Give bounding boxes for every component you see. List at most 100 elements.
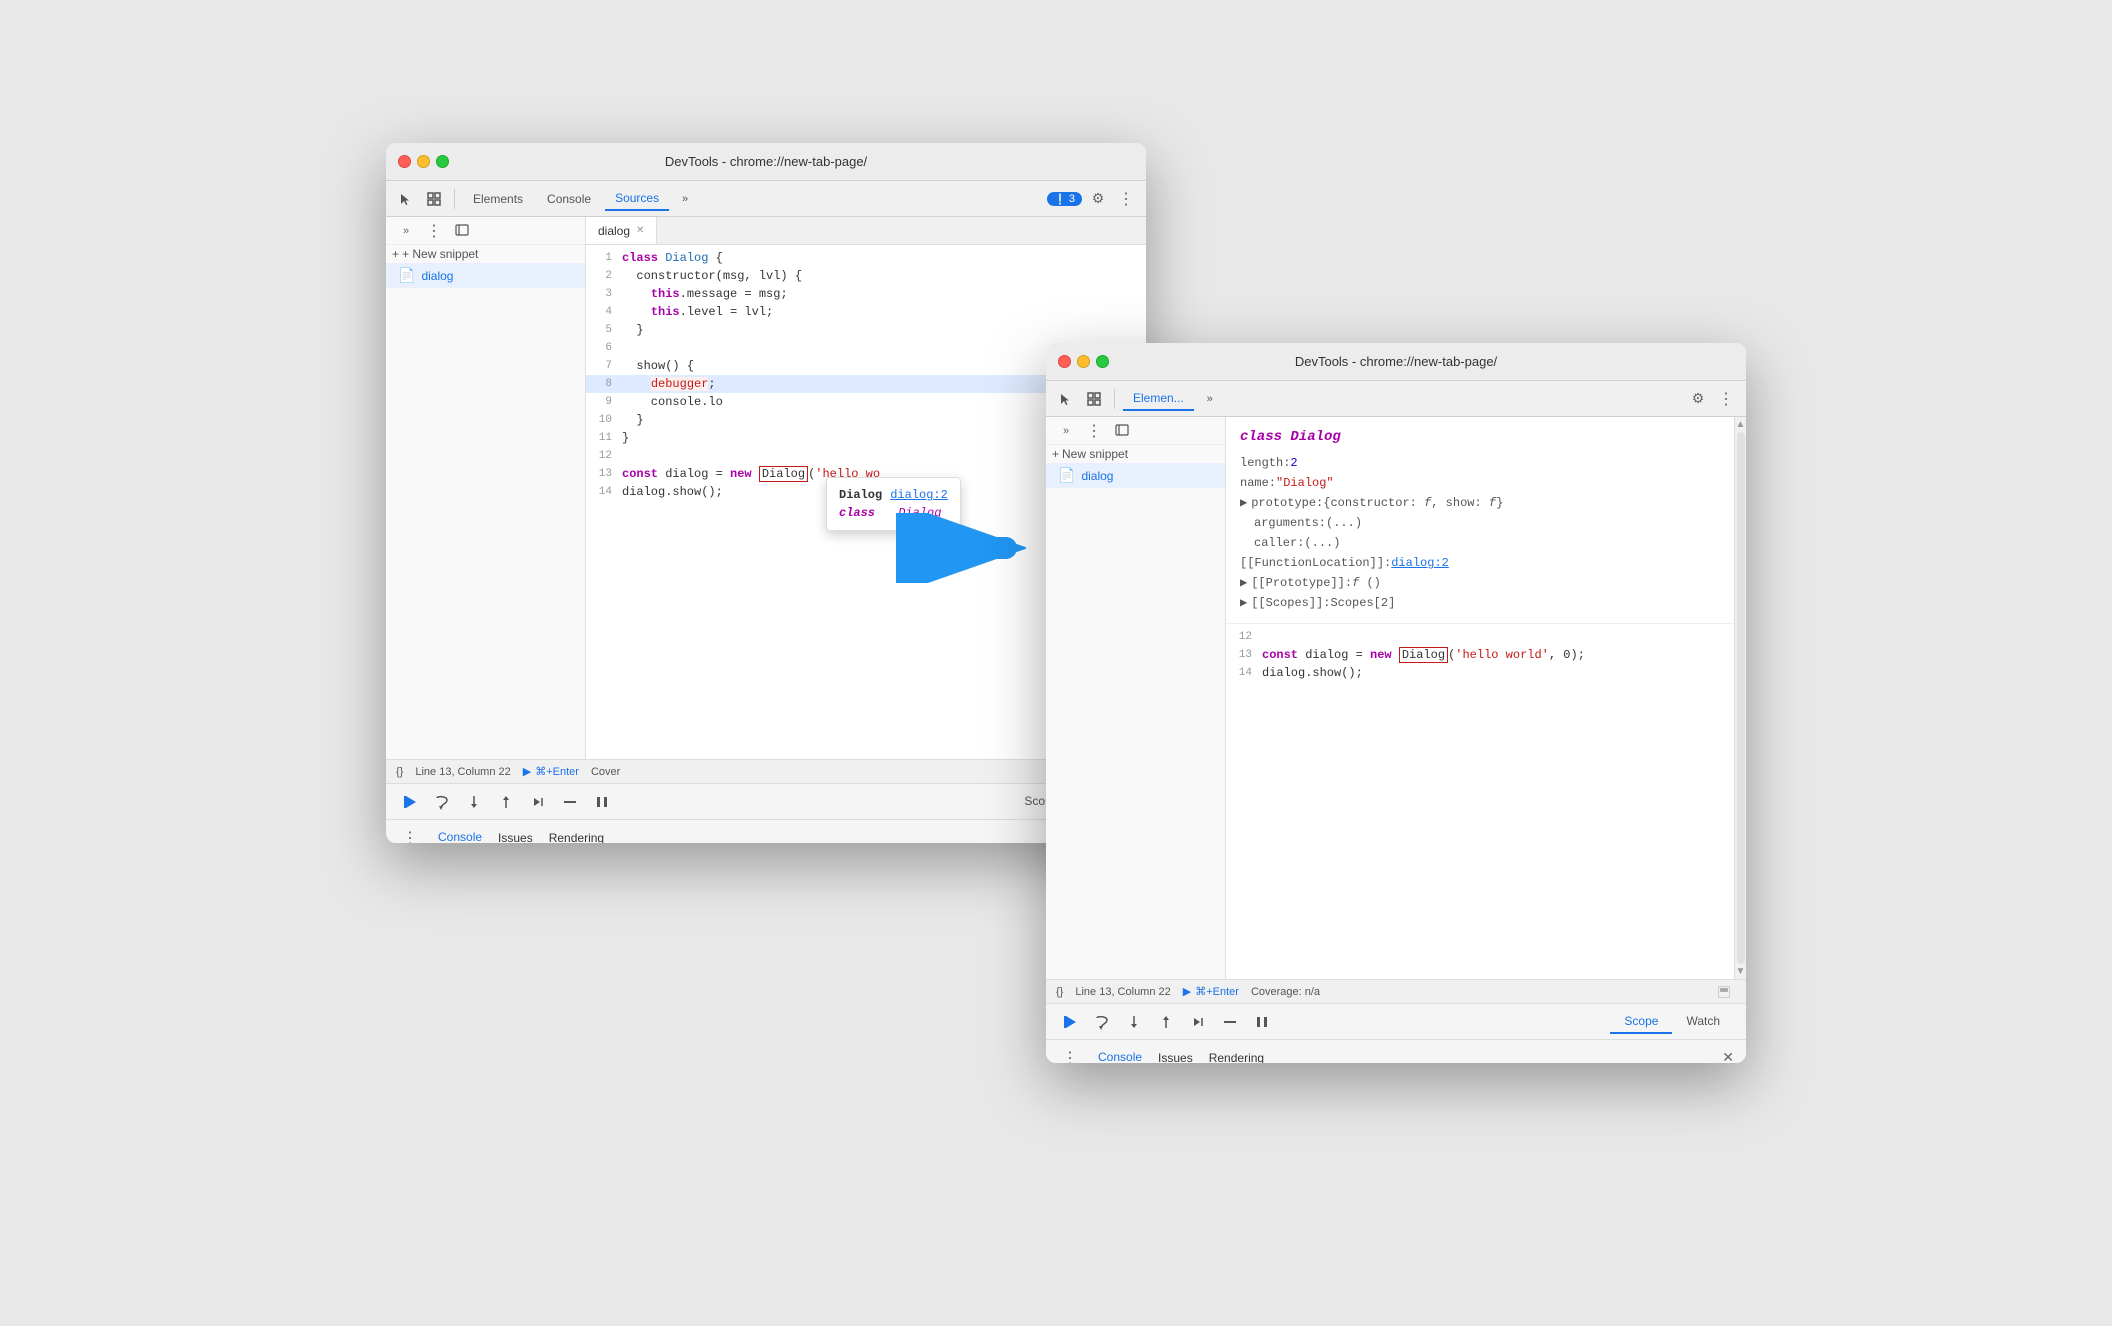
layers-icon-2[interactable] [1082,387,1106,411]
file-icon-2: 📄 [1058,467,1075,484]
layers-icon[interactable] [422,187,446,211]
bottom-more-icon[interactable]: ⋮ [398,826,422,844]
settings-icon[interactable]: ⚙ [1086,187,1110,211]
deactivate-button-2[interactable] [1218,1010,1242,1034]
deactivate-button[interactable] [558,790,582,814]
minimize-button-1[interactable] [417,155,430,168]
resume-button-2[interactable] [1058,1010,1082,1034]
settings-icon-2[interactable]: ⚙ [1686,387,1710,411]
close-button-1[interactable] [398,155,411,168]
sidebar-item-dialog-2[interactable]: 📄 dialog [1046,463,1225,488]
new-snippet-button-2[interactable]: + New snippet [1046,445,1225,463]
debug-tab-scope-2[interactable]: Scope [1610,1010,1672,1034]
bottom-tab-rendering-2[interactable]: Rendering [1209,1047,1264,1064]
bottom-tab-issues-2[interactable]: Issues [1158,1047,1193,1064]
sidebar-2: » ⋮ + New snippet 📄 dialog [1046,417,1226,979]
code-line-w2-12: 12 [1226,628,1734,646]
sidebar-expand-icon[interactable]: » [394,219,418,243]
tab-sources[interactable]: Sources [605,187,669,211]
editor-tab-bar-1: dialog ✕ [586,217,1146,245]
scroll-up[interactable]: ▲ [1736,419,1746,430]
tab-elements-2[interactable]: Elemen... [1123,387,1194,411]
step-button-2[interactable] [1186,1010,1210,1034]
titlebar-1: DevTools - chrome://new-tab-page/ [386,143,1146,181]
inspect-row-proto2: ▶ [[Prototype]]: f () [1240,573,1720,593]
close-bottom-bar[interactable]: ✕ [1722,1049,1734,1063]
inspect-row-caller: caller: (...) [1240,533,1720,553]
inspect-row-arguments: arguments: (...) [1240,513,1720,533]
step-button[interactable] [526,790,550,814]
bottom-more-icon-2[interactable]: ⋮ [1058,1046,1082,1064]
bottom-tab-rendering[interactable]: Rendering [549,827,604,844]
sidebar-more-icon[interactable]: ⋮ [422,219,446,243]
step-over-button-2[interactable] [1090,1010,1114,1034]
more-options-icon[interactable]: ⋮ [1114,187,1138,211]
plus-icon: + [392,247,399,261]
sidebar-expand-icon-2[interactable]: » [1054,419,1078,443]
step-into-button-2[interactable] [1122,1010,1146,1034]
more-tabs-icon-2[interactable]: » [1198,387,1222,411]
sidebar-icon2-2[interactable] [1110,419,1134,443]
maximize-button-2[interactable] [1096,355,1109,368]
traffic-lights-1 [398,155,449,168]
code-line-3: 3 this.message = msg; [586,285,1146,303]
devtools-window-1: DevTools - chrome://new-tab-page/ Elemen… [386,143,1146,843]
bottom-tab-issues[interactable]: Issues [498,827,533,844]
cursor-position-2: Line 13, Column 22 [1075,986,1170,998]
devtools-toolbar-2: Elemen... » ⚙ ⋮ [1046,381,1746,417]
step-into-button[interactable] [462,790,486,814]
devtools-window-2: DevTools - chrome://new-tab-page/ Elemen… [1046,343,1746,1063]
inspect-row-scopes: ▶ [[Scopes]]: Scopes[2] [1240,593,1720,613]
cursor-icon[interactable] [394,187,418,211]
more-options-icon-2[interactable]: ⋮ [1714,387,1738,411]
scroll-down[interactable]: ▼ [1736,966,1746,977]
titlebar-2: DevTools - chrome://new-tab-page/ [1046,343,1746,381]
close-button-2[interactable] [1058,355,1071,368]
new-snippet-button[interactable]: + + New snippet [386,245,585,263]
bottom-tab-console[interactable]: Console [438,826,482,844]
curly-braces[interactable]: {} [396,766,403,778]
window-title-2: DevTools - chrome://new-tab-page/ [1295,354,1497,369]
scroll-track[interactable] [1737,432,1745,964]
sidebar-item-dialog[interactable]: 📄 dialog [386,263,585,288]
sidebar-icon2[interactable] [450,219,474,243]
popup-item-dialog[interactable]: Dialog dialog:2 [839,486,948,504]
coverage-label-2: Coverage: n/a [1251,986,1320,998]
step-out-button-2[interactable] [1154,1010,1178,1034]
scroll-indicator[interactable] [1712,980,1736,1004]
status-bar-2: {} Line 13, Column 22 ▶ ⌘+Enter Coverage… [1046,979,1746,1003]
bottom-tab-console-2[interactable]: Console [1098,1046,1142,1064]
cursor-position: Line 13, Column 22 [415,766,510,778]
sidebar-toolbar-2: » ⋮ [1046,417,1225,445]
main-area-2: » ⋮ + New snippet 📄 dialog [1046,417,1746,979]
more-tabs-icon[interactable]: » [673,187,697,211]
minimize-button-2[interactable] [1077,355,1090,368]
inspect-row-funcloc: [[FunctionLocation]]: dialog:2 [1240,553,1720,573]
notification-badge[interactable]: 3 [1047,192,1082,206]
sidebar-toolbar-1: » ⋮ [386,217,585,245]
toolbar-divider-1 [454,189,455,209]
debug-controls-2: Scope Watch [1046,1003,1746,1039]
step-over-button[interactable] [430,790,454,814]
debug-tab-watch-2[interactable]: Watch [1672,1010,1734,1034]
maximize-button-1[interactable] [436,155,449,168]
debug-tabs-2: Scope Watch [1610,1010,1734,1034]
code-area-2[interactable]: 12 13 const dialog = new Dialog('hello w… [1226,624,1734,979]
pause-button-2[interactable] [1250,1010,1274,1034]
tab-elements[interactable]: Elements [463,188,533,210]
curly-braces-2[interactable]: {} [1056,986,1063,998]
scrollbar-2[interactable]: ▲ ▼ [1734,417,1746,979]
cursor-icon-2[interactable] [1054,387,1078,411]
run-button-2[interactable]: ▶ ⌘+Enter [1183,985,1239,998]
sidebar-more-icon-2[interactable]: ⋮ [1082,419,1106,443]
editor-tab-dialog[interactable]: dialog ✕ [586,217,657,244]
editor-tab-close[interactable]: ✕ [636,225,644,236]
tab-console[interactable]: Console [537,188,601,210]
step-out-button[interactable] [494,790,518,814]
run-button[interactable]: ▶ ⌘+Enter [523,765,579,778]
pause-button[interactable] [590,790,614,814]
inspect-panel: class Dialog length: 2 name: "Dialog" ▶ … [1226,417,1734,624]
code-line-w2-13: 13 const dialog = new Dialog('hello worl… [1226,646,1734,664]
traffic-lights-2 [1058,355,1109,368]
resume-button[interactable] [398,790,422,814]
